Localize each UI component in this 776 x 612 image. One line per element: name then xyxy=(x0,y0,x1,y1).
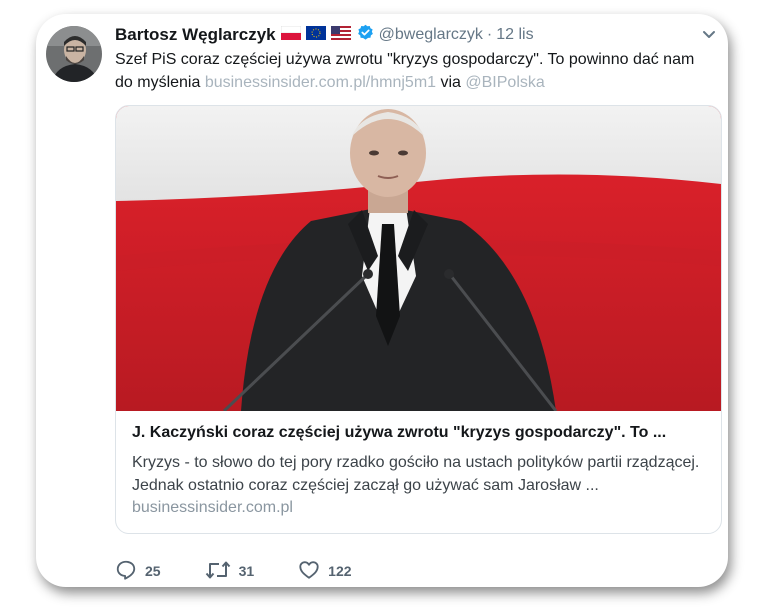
separator-dot: · xyxy=(486,26,493,43)
link-card[interactable]: J. Kaczyński coraz częściej używa zwrotu… xyxy=(115,105,722,534)
poland-flag-icon xyxy=(280,25,301,45)
tweet-date[interactable]: 12 lis xyxy=(496,26,533,44)
link-card-title[interactable]: J. Kaczyński coraz częściej używa zwrotu… xyxy=(132,424,712,442)
reply-icon xyxy=(115,559,137,584)
author-handle[interactable]: @bweglarczyk xyxy=(379,26,483,44)
like-count: 122 xyxy=(328,563,352,579)
eu-flag-icon xyxy=(305,25,326,45)
link-card-domain: businessinsider.com.pl xyxy=(132,499,293,516)
retweet-count: 31 xyxy=(238,563,255,579)
author-name[interactable]: Bartosz Węglarczyk xyxy=(115,25,276,45)
retweet-button[interactable]: 31 xyxy=(205,559,255,584)
tweet-actions: 25 31 122 xyxy=(115,559,396,583)
heart-icon xyxy=(298,559,320,584)
tweet-text-via: via xyxy=(436,74,466,91)
verified-badge-icon xyxy=(357,24,374,46)
reply-count: 25 xyxy=(145,563,161,579)
tweet-link[interactable]: businessinsider.com.pl/hmnj5m1 xyxy=(205,74,436,91)
tweet-mention[interactable]: @BIPolska xyxy=(465,74,544,91)
tweet-text: Szef PiS coraz częściej używa zwrotu "kr… xyxy=(115,48,715,94)
link-card-image[interactable] xyxy=(116,106,721,413)
avatar[interactable] xyxy=(46,26,102,82)
reply-button[interactable]: 25 xyxy=(115,559,161,584)
tweet-header: Bartosz Węglarczyk @bweglarczyk · 12 lis xyxy=(115,23,534,47)
like-button[interactable]: 122 xyxy=(298,559,352,584)
tweet-card[interactable]: Bartosz Węglarczyk @bweglarczyk · 12 lis… xyxy=(36,14,728,587)
usa-flag-icon xyxy=(330,25,351,45)
retweet-icon xyxy=(205,559,231,584)
link-card-description: Kryzys - to słowo do tej pory rzadko goś… xyxy=(132,454,700,494)
chevron-down-icon[interactable] xyxy=(702,27,716,45)
